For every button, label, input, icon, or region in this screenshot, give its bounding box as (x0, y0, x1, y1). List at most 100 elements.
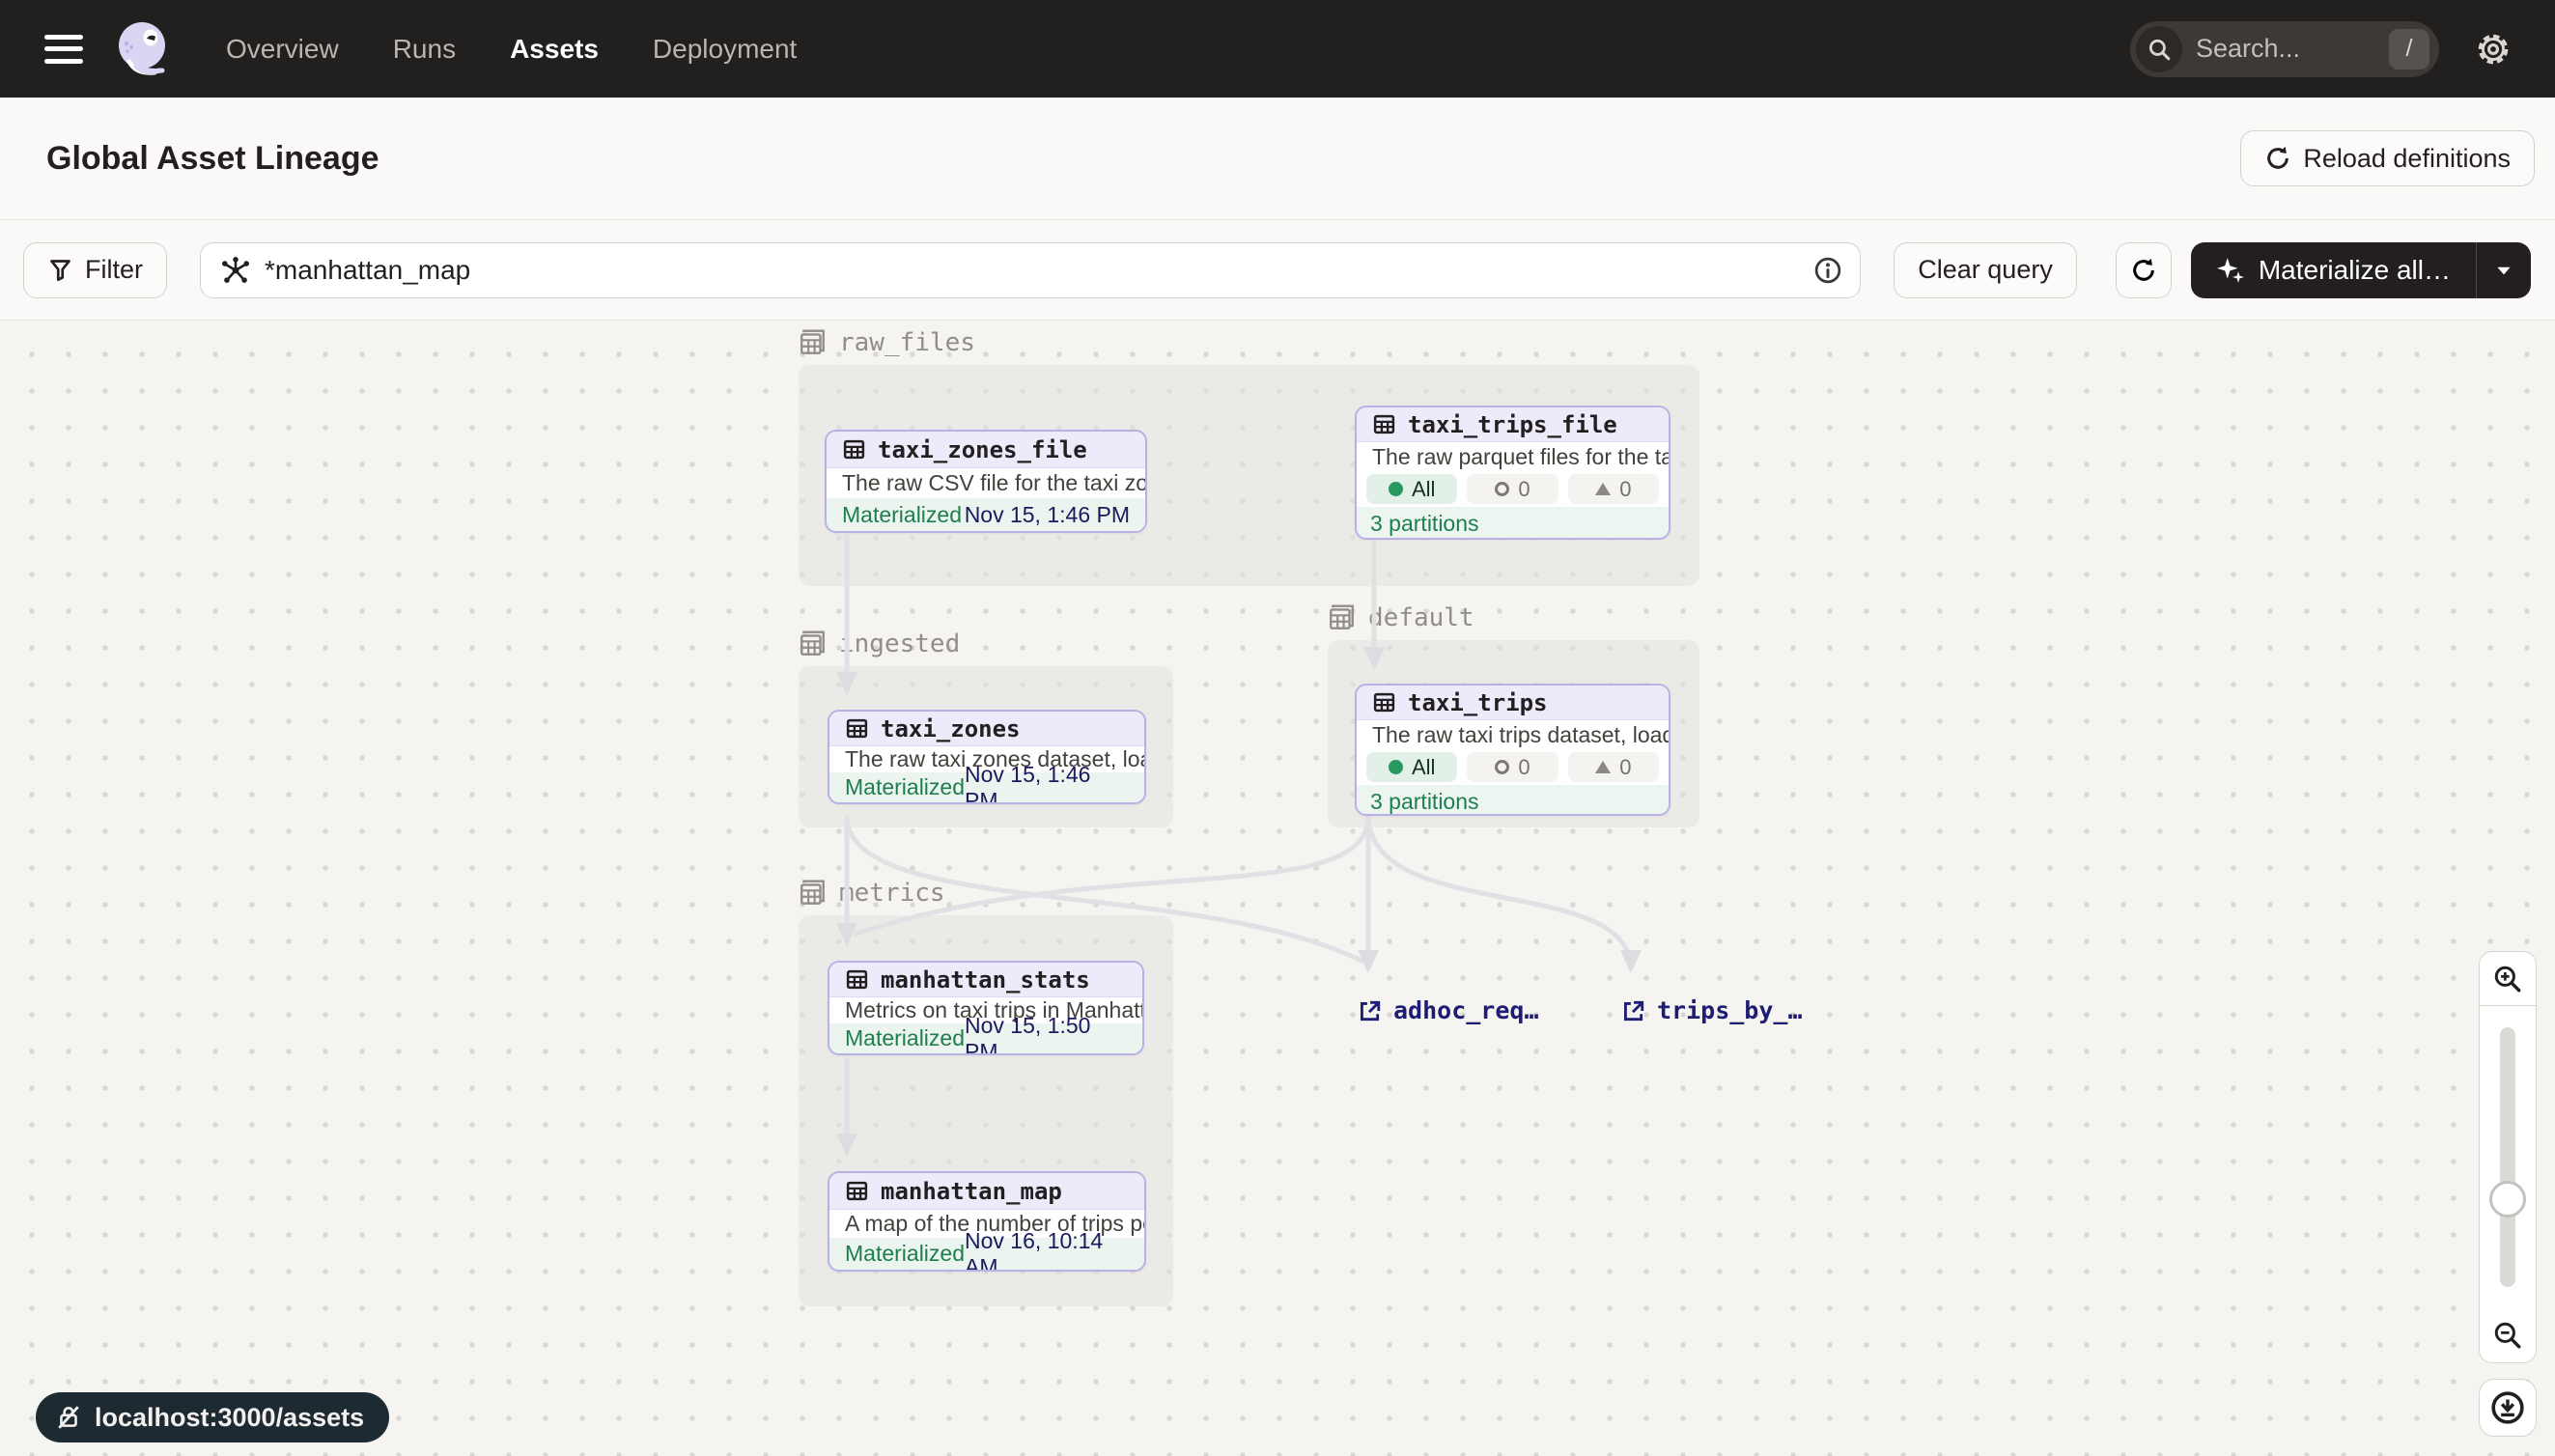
partitions-success-badge[interactable]: All (1366, 474, 1457, 504)
group-table-icon (799, 630, 828, 658)
graph-query-icon (220, 255, 251, 286)
zoom-in-button[interactable] (2479, 951, 2537, 1006)
chevron-down-icon (2493, 260, 2514, 281)
materialize-dropdown-button[interactable] (2477, 242, 2531, 298)
external-link-icon (1620, 998, 1645, 1023)
partition-count: 3 partitions (1357, 507, 1669, 540)
info-icon[interactable] (1813, 256, 1842, 285)
clear-query-button[interactable]: Clear query (1894, 242, 2077, 298)
materialization-timestamp: Nov 15, 1:46 PM (965, 502, 1130, 528)
status-badge: Materialized (845, 774, 965, 800)
nav-deployment[interactable]: Deployment (653, 34, 797, 65)
sparkle-icon (2216, 256, 2245, 285)
lineage-canvas[interactable]: raw_files ingested default metrics (0, 321, 2555, 1456)
menu-icon[interactable] (44, 35, 83, 64)
search-icon (2136, 26, 2182, 72)
asset-name: taxi_zones_file (878, 436, 1087, 463)
group-label-default[interactable]: default (1328, 603, 1474, 632)
table-icon (842, 437, 866, 462)
table-icon (845, 716, 869, 741)
asset-node-taxi-zones-file[interactable]: taxi_zones_file The raw CSV file for the… (825, 430, 1147, 533)
partition-badges: All 0 0 (1357, 749, 1669, 785)
partition-count: 3 partitions (1357, 785, 1669, 816)
top-nav: Overview Runs Assets Deployment / (0, 0, 2555, 98)
zoom-slider-track (2500, 1027, 2515, 1287)
table-icon (1372, 690, 1396, 714)
partitions-missing-badge[interactable]: 0 (1467, 474, 1558, 504)
partitions-success-badge[interactable]: All (1366, 752, 1457, 782)
partition-badges: All 0 0 (1357, 471, 1669, 507)
materialization-timestamp: Nov 16, 10:14 AM (965, 1228, 1129, 1273)
page-title: Global Asset Lineage (46, 140, 379, 178)
octopus-icon (110, 15, 178, 83)
asset-name: taxi_zones (881, 715, 1021, 742)
download-icon (2490, 1390, 2525, 1425)
asset-description: The raw CSV file for the taxi zones dat.… (827, 468, 1145, 498)
title-bar: Global Asset Lineage Reload definitions (0, 98, 2555, 220)
partitions-failed-badge[interactable]: 0 (1568, 752, 1659, 782)
external-asset-adhoc-request[interactable]: adhoc_req… (1357, 996, 1539, 1024)
settings-button[interactable] (2468, 24, 2518, 74)
search-input-container[interactable]: / (2130, 21, 2439, 77)
main-nav: Overview Runs Assets Deployment (226, 34, 797, 65)
failed-triangle-icon (1595, 483, 1611, 495)
download-view-button[interactable] (2479, 1379, 2537, 1437)
search-shortcut-key: / (2389, 29, 2429, 70)
asset-description: The raw taxi trips dataset, loaded into … (1357, 720, 1669, 749)
group-label-ingested[interactable]: ingested (799, 630, 960, 658)
nav-runs[interactable]: Runs (393, 34, 456, 65)
nav-assets[interactable]: Assets (510, 34, 599, 65)
reload-definitions-button[interactable]: Reload definitions (2240, 130, 2535, 186)
dagster-logo[interactable] (110, 15, 178, 83)
asset-selection-input[interactable] (265, 255, 1813, 286)
asset-node-taxi-trips-file[interactable]: taxi_trips_file The raw parquet files fo… (1355, 406, 1671, 540)
partitions-failed-badge[interactable]: 0 (1568, 474, 1659, 504)
missing-ring-icon (1495, 760, 1509, 774)
asset-node-taxi-trips[interactable]: taxi_trips The raw taxi trips dataset, l… (1355, 684, 1671, 816)
zoom-out-button[interactable] (2479, 1308, 2537, 1363)
search-input[interactable] (2196, 34, 2389, 64)
group-table-icon (1328, 603, 1357, 632)
external-asset-trips-by[interactable]: trips_by_… (1620, 996, 1803, 1024)
zoom-controls (2479, 951, 2537, 1363)
asset-name: taxi_trips (1408, 689, 1548, 716)
group-label-raw-files[interactable]: raw_files (799, 328, 975, 357)
funnel-icon (47, 257, 73, 283)
zoom-slider-thumb[interactable] (2489, 1181, 2526, 1218)
asset-node-manhattan-stats[interactable]: manhattan_stats Metrics on taxi trips in… (828, 961, 1144, 1055)
group-label-metrics[interactable]: metrics (799, 879, 945, 908)
asset-node-taxi-zones[interactable]: taxi_zones The raw taxi zones dataset, l… (828, 710, 1146, 804)
asset-node-manhattan-map[interactable]: manhattan_map A map of the number of tri… (828, 1171, 1146, 1272)
gear-icon (2474, 30, 2513, 69)
zoom-in-icon (2492, 964, 2523, 994)
success-dot-icon (1389, 760, 1403, 774)
asset-toolbar: Filter Clear query Materialize all… (0, 220, 2555, 321)
success-dot-icon (1389, 482, 1403, 496)
status-badge: Materialized (845, 1241, 965, 1267)
materialize-all-button[interactable]: Materialize all… (2191, 242, 2476, 298)
nav-overview[interactable]: Overview (226, 34, 339, 65)
table-icon (1372, 412, 1396, 436)
refresh-graph-button[interactable] (2116, 242, 2172, 298)
materialization-timestamp: Nov 15, 1:46 PM (965, 762, 1129, 805)
zoom-out-icon (2492, 1320, 2523, 1351)
group-table-icon (799, 879, 828, 908)
asset-description: The raw parquet files for the taxi trips… (1357, 442, 1669, 471)
external-link-icon (1357, 998, 1382, 1023)
asset-name: taxi_trips_file (1408, 411, 1617, 438)
partitions-missing-badge[interactable]: 0 (1467, 752, 1558, 782)
browser-status-url: localhost:3000/assets (36, 1392, 389, 1442)
reload-icon (2264, 145, 2291, 172)
materialization-timestamp: Nov 15, 1:50 PM (965, 1013, 1127, 1056)
group-table-icon (799, 328, 828, 357)
missing-ring-icon (1495, 482, 1509, 496)
status-badge: Materialized (842, 502, 962, 528)
table-icon (845, 1179, 869, 1203)
status-badge: Materialized (845, 1025, 965, 1051)
asset-selection-input-container[interactable] (200, 242, 1861, 298)
table-icon (845, 967, 869, 992)
insecure-lock-icon (55, 1404, 82, 1431)
zoom-slider[interactable] (2479, 1006, 2537, 1308)
filter-button[interactable]: Filter (23, 242, 167, 298)
failed-triangle-icon (1595, 761, 1611, 773)
